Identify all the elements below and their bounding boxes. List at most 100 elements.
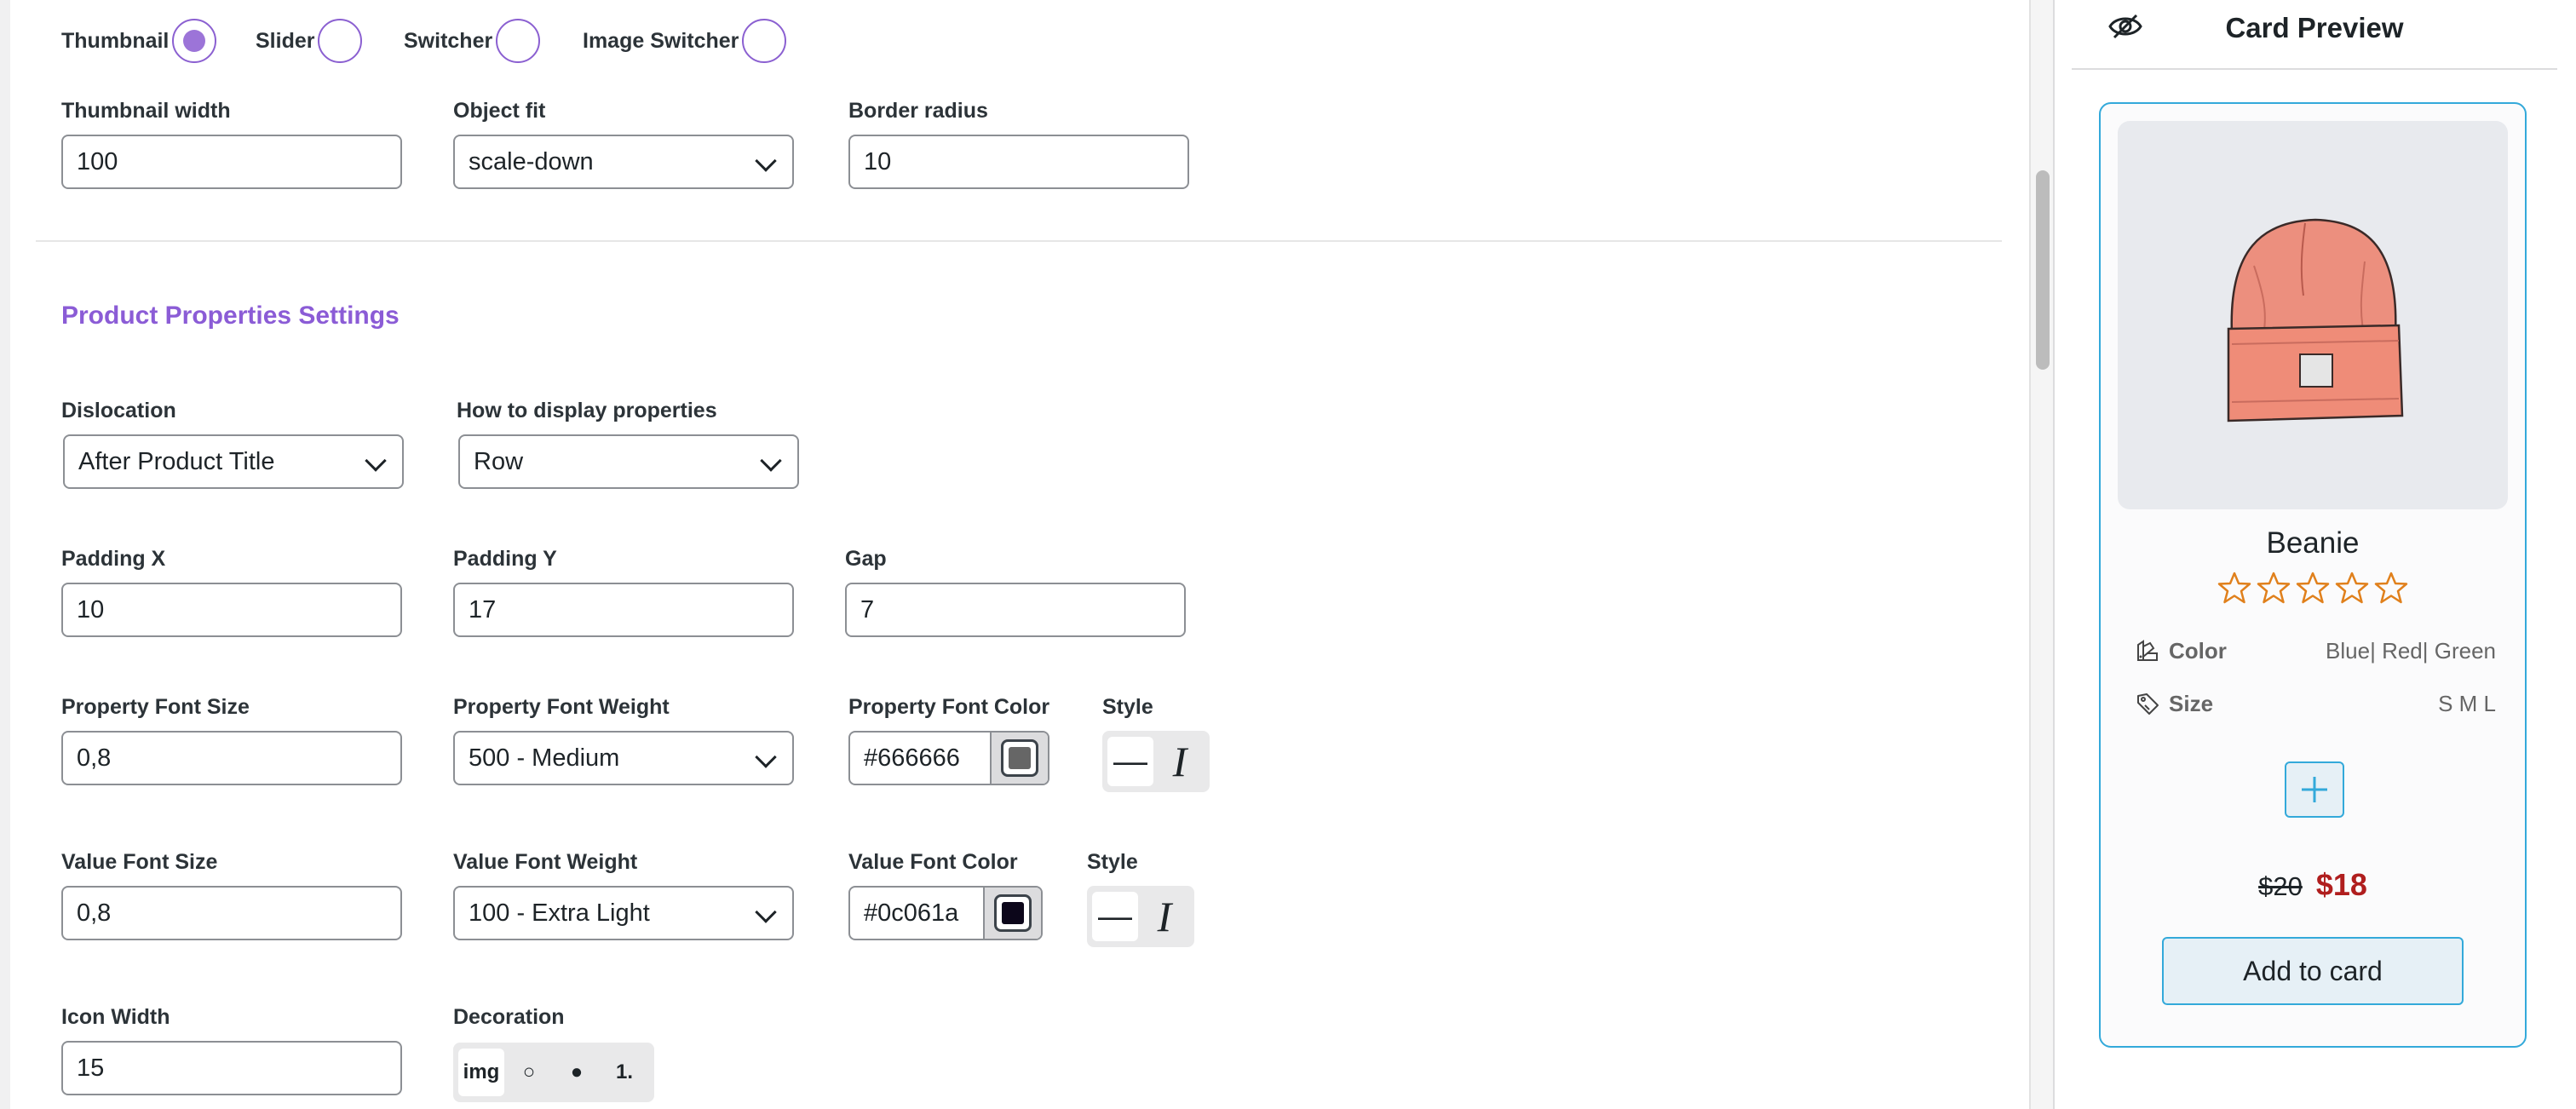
mode-label: Switcher xyxy=(404,28,493,53)
color-swatch-icon xyxy=(994,894,1032,932)
border-radius-value: 10 xyxy=(864,147,892,175)
chevron-down-icon xyxy=(755,150,777,172)
preview-header: Card Preview xyxy=(2072,0,2557,70)
gap-label: Gap xyxy=(845,547,887,571)
decoration-number-option[interactable]: 1. xyxy=(601,1049,647,1096)
property-font-color-value: #666666 xyxy=(864,744,960,772)
strikethrough-icon[interactable]: — xyxy=(1107,737,1153,786)
property-name: Size xyxy=(2169,690,2214,716)
value-font-color-value: #0c061a xyxy=(864,899,959,927)
decoration-disc-option[interactable]: ● xyxy=(554,1049,600,1096)
radio-thumbnail[interactable] xyxy=(172,19,217,63)
chevron-down-icon xyxy=(760,450,782,472)
property-font-weight-select[interactable]: 500 - Medium xyxy=(453,731,794,785)
value-font-color-label: Value Font Color xyxy=(848,850,1018,874)
palette-icon xyxy=(2137,640,2158,661)
property-row-color: Color Blue| Red| Green xyxy=(2135,634,2496,668)
value-font-size-label: Value Font Size xyxy=(61,850,218,874)
color-swatch-icon xyxy=(1001,739,1038,777)
padding-x-input[interactable]: 10 xyxy=(61,583,402,637)
old-price: $20 xyxy=(2258,871,2303,901)
border-radius-input[interactable]: 10 xyxy=(848,135,1189,189)
settings-panel: Thumbnail Slider Switcher Image Switcher… xyxy=(10,0,2029,1109)
value-font-color-input[interactable]: #0c061a xyxy=(848,886,1043,940)
icon-width-value: 15 xyxy=(77,1054,105,1082)
property-font-size-input[interactable]: 0,8 xyxy=(61,731,402,785)
property-value: S M L xyxy=(2438,690,2496,716)
beanie-image xyxy=(2227,218,2404,422)
section-divider xyxy=(36,240,2002,242)
radio-image-switcher[interactable] xyxy=(742,19,787,63)
italic-icon[interactable]: I xyxy=(1157,737,1203,786)
chevron-down-icon xyxy=(755,746,777,768)
plus-icon xyxy=(2302,777,2327,802)
property-color-picker-button[interactable] xyxy=(990,733,1048,784)
value-font-size-input[interactable]: 0,8 xyxy=(61,886,402,940)
mode-image-switcher[interactable]: Image Switcher xyxy=(583,19,787,63)
dislocation-value: After Product Title xyxy=(78,447,275,475)
object-fit-select[interactable]: scale-down xyxy=(453,135,794,189)
gap-input[interactable]: 7 xyxy=(845,583,1186,637)
card-preview-panel: Card Preview Beanie Color Blue| Red| Gre… xyxy=(2053,0,2576,1109)
mode-label: Thumbnail xyxy=(61,28,170,53)
property-style-label: Style xyxy=(1102,695,1153,719)
property-name: Color xyxy=(2169,637,2227,664)
padding-x-label: Padding X xyxy=(61,547,166,571)
padding-y-input[interactable]: 17 xyxy=(453,583,794,637)
property-font-size-label: Property Font Size xyxy=(61,695,250,719)
property-font-color-input[interactable]: #666666 xyxy=(848,731,1049,785)
mode-label: Image Switcher xyxy=(583,28,739,53)
scrollbar-thumb[interactable] xyxy=(2036,170,2050,370)
value-style-toggle-group: — I xyxy=(1087,886,1194,947)
value-color-picker-button[interactable] xyxy=(983,888,1041,939)
star-icon xyxy=(2217,572,2251,604)
chevron-down-icon xyxy=(365,450,387,472)
icon-width-input[interactable]: 15 xyxy=(61,1041,402,1095)
border-radius-label: Border radius xyxy=(848,99,988,123)
property-font-size-value: 0,8 xyxy=(77,744,112,772)
radio-slider[interactable] xyxy=(318,19,363,63)
scrollbar-track[interactable] xyxy=(2029,0,2053,1109)
star-icon xyxy=(2374,572,2408,604)
decoration-toggle-group: img ○ ● 1. xyxy=(453,1043,654,1102)
display-properties-select[interactable]: Row xyxy=(458,434,799,489)
thumbnail-width-input[interactable]: 100 xyxy=(61,135,402,189)
property-font-color-label: Property Font Color xyxy=(848,695,1050,719)
property-font-weight-value: 500 - Medium xyxy=(469,744,620,772)
icon-width-label: Icon Width xyxy=(61,1005,170,1029)
mode-thumbnail[interactable]: Thumbnail xyxy=(61,19,217,63)
mode-switcher[interactable]: Switcher xyxy=(404,19,541,63)
padding-x-value: 10 xyxy=(77,595,105,623)
dislocation-label: Dislocation xyxy=(61,399,176,422)
sale-price: $18 xyxy=(2315,867,2367,902)
gap-value: 7 xyxy=(860,595,875,623)
property-value: Blue| Red| Green xyxy=(2326,637,2496,664)
add-icon-button[interactable] xyxy=(2285,761,2344,818)
product-name: Beanie xyxy=(2266,526,2360,560)
value-font-weight-select[interactable]: 100 - Extra Light xyxy=(453,886,794,940)
italic-icon[interactable]: I xyxy=(1141,892,1187,941)
star-icon xyxy=(2296,572,2330,604)
product-card: Beanie Color Blue| Red| Green Size S M L… xyxy=(2099,102,2527,1048)
decoration-img-option[interactable]: img xyxy=(458,1049,504,1096)
display-properties-label: How to display properties xyxy=(457,399,717,422)
property-style-toggle-group: — I xyxy=(1102,731,1210,792)
add-to-cart-button[interactable]: Add to card xyxy=(2162,937,2464,1005)
dislocation-select[interactable]: After Product Title xyxy=(63,434,404,489)
padding-y-value: 17 xyxy=(469,595,497,623)
object-fit-label: Object fit xyxy=(453,99,546,123)
strikethrough-icon[interactable]: — xyxy=(1092,892,1138,941)
mode-label: Slider xyxy=(256,28,315,53)
mode-slider[interactable]: Slider xyxy=(256,19,363,63)
star-icon xyxy=(2335,572,2369,604)
property-row-size: Size S M L xyxy=(2135,687,2496,721)
display-properties-value: Row xyxy=(474,447,524,475)
decoration-circle-option[interactable]: ○ xyxy=(506,1049,552,1096)
value-font-weight-value: 100 - Extra Light xyxy=(469,899,650,927)
tag-icon xyxy=(2137,693,2159,715)
radio-switcher[interactable] xyxy=(496,19,541,63)
rating-stars xyxy=(2101,571,2525,605)
thumbnail-width-value: 100 xyxy=(77,147,118,175)
star-icon xyxy=(2257,572,2291,604)
value-font-size-value: 0,8 xyxy=(77,899,112,927)
